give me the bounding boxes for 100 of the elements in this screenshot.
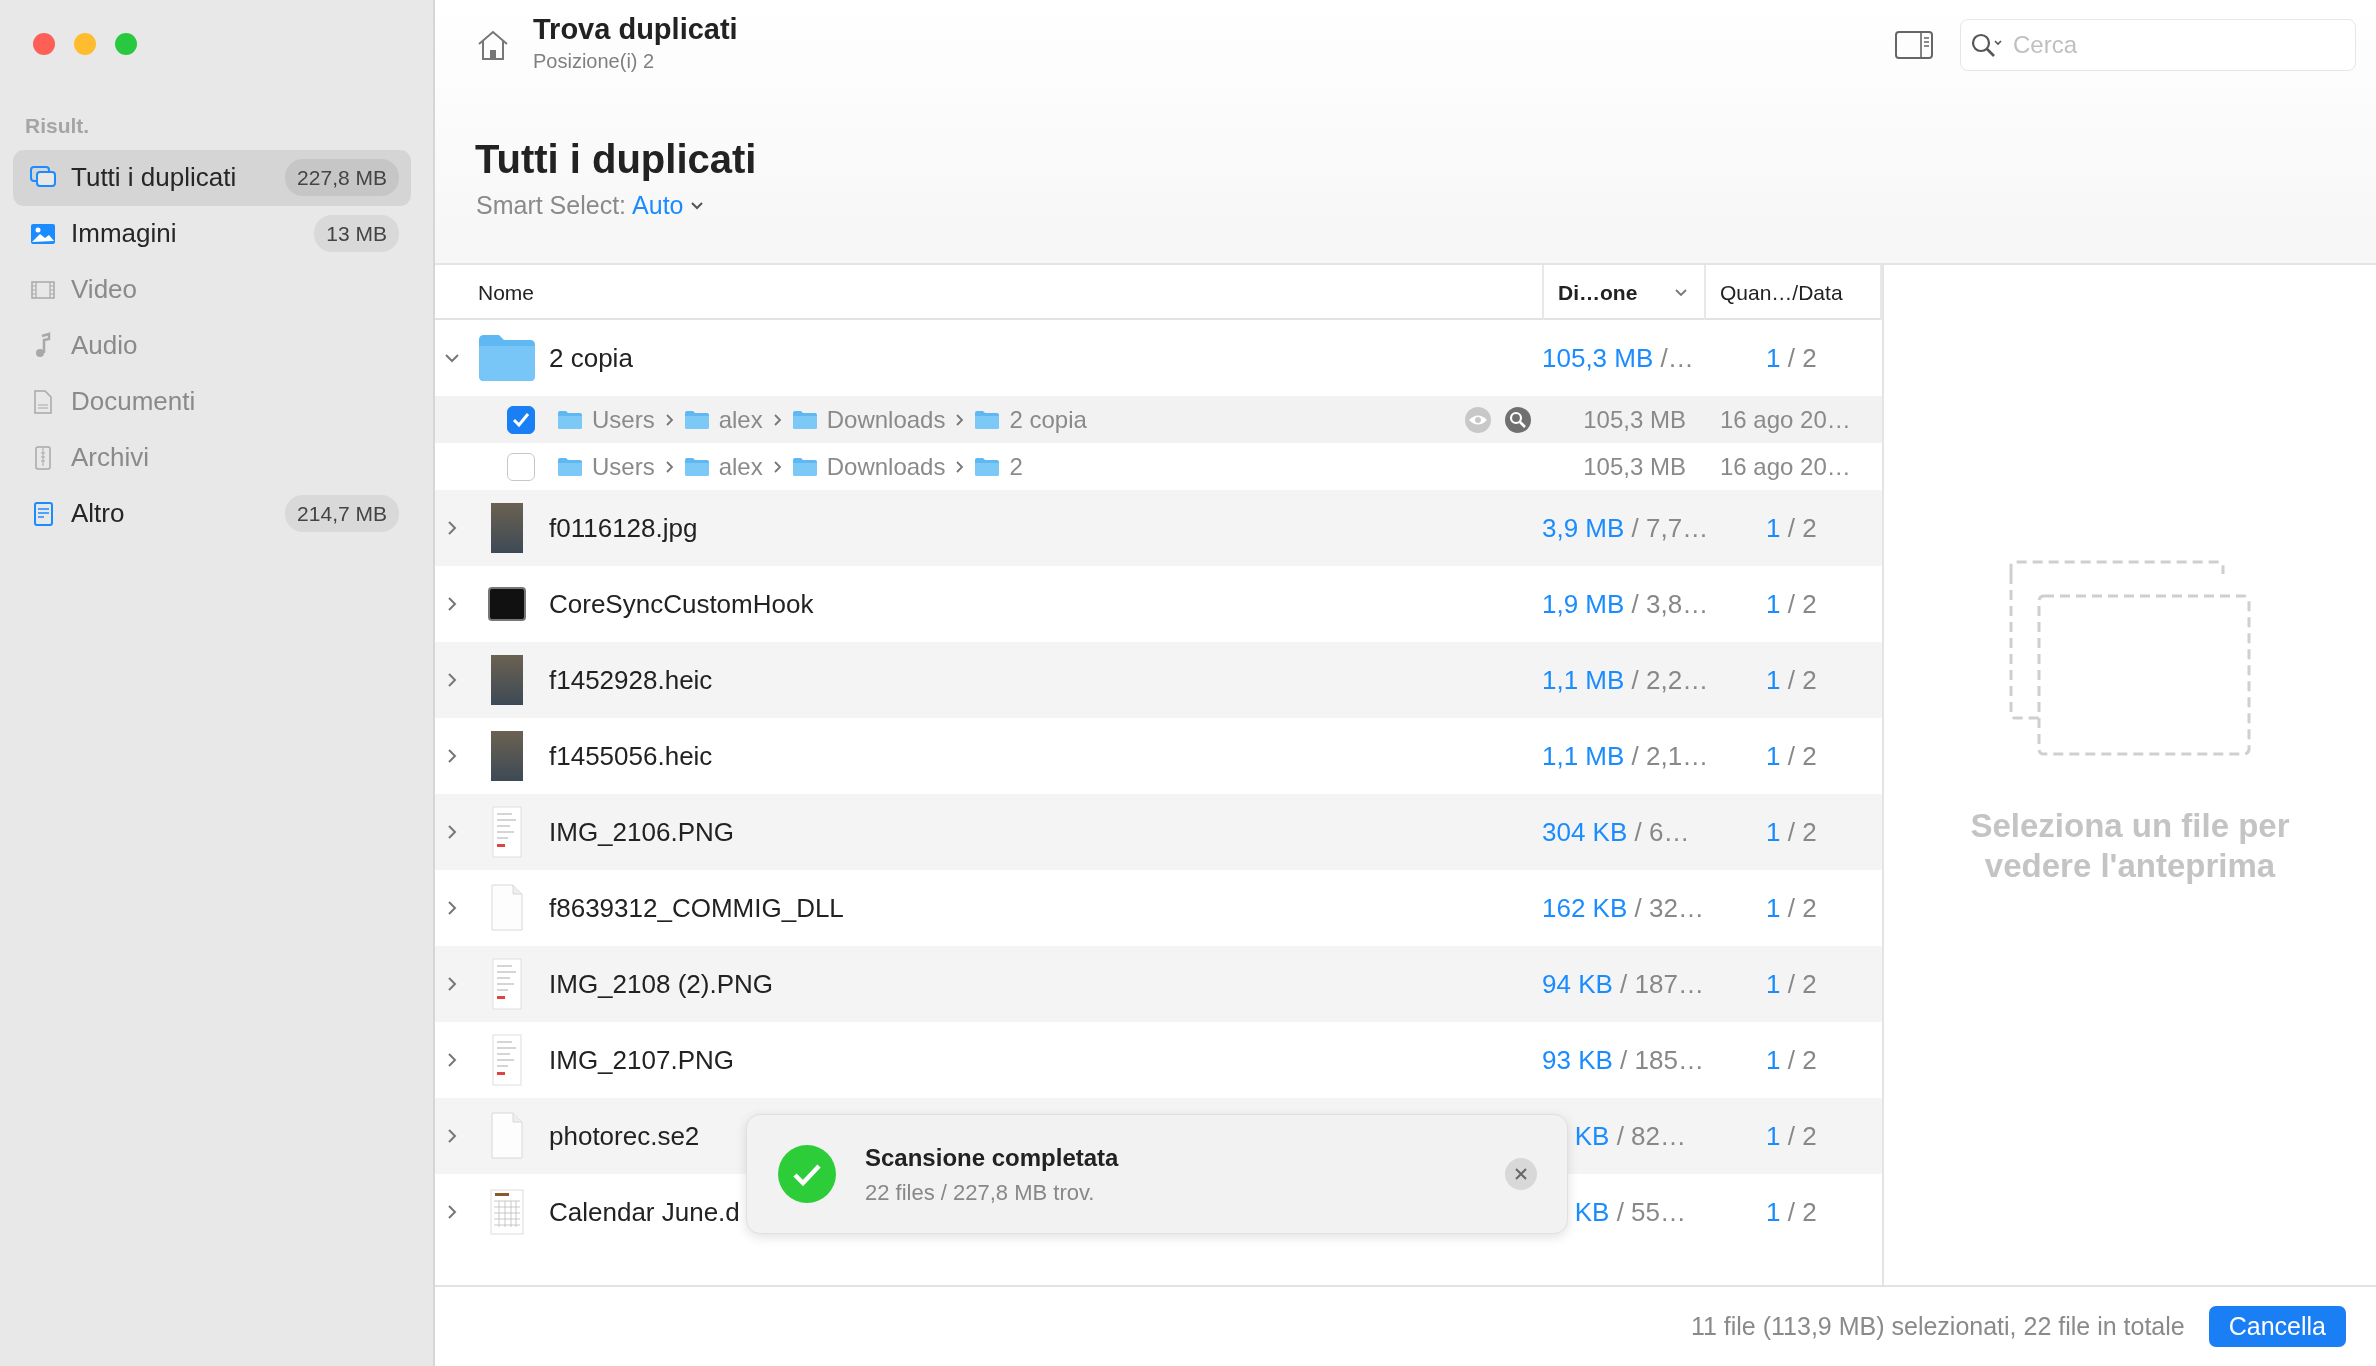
path-segment[interactable]: alex	[718, 401, 763, 438]
size-total: / 2,1…	[1631, 740, 1709, 771]
selection-summary: 11 file (113,9 MB) selezionati, 22 file in totale	[1690, 1310, 2185, 1342]
screenshot-thumbnail	[492, 1034, 522, 1086]
chevron-right-icon[interactable]	[446, 672, 458, 688]
column-header[interactable]: Di…one	[1542, 265, 1706, 320]
file-date: 16 ago 20…	[1720, 405, 1851, 433]
size-selected: KB	[1574, 1196, 1610, 1227]
chevron-right-icon[interactable]	[446, 596, 458, 612]
selected-count: 1	[1766, 1044, 1781, 1075]
preview-hint: Seleziona un file per vedere l'anteprima	[1969, 806, 2291, 886]
size-total: / 32…	[1634, 892, 1704, 923]
photo-placeholder	[491, 503, 523, 553]
size-selected: 94 KB	[1542, 968, 1613, 999]
window-title: Trova duplicati	[533, 14, 738, 46]
size-total: / 3,8…	[1631, 588, 1709, 619]
path-segment[interactable]: Downloads	[826, 448, 946, 485]
path-segment[interactable]: 2	[1009, 448, 1023, 485]
folder-icon	[791, 455, 818, 478]
chevron-right-icon	[772, 412, 782, 427]
chevron-right-icon[interactable]	[446, 900, 458, 916]
file-name: CoreSyncCustomHook	[549, 587, 814, 621]
size-selected: 304 KB	[1542, 816, 1628, 847]
smart-select-dropdown[interactable]: Auto	[632, 187, 684, 225]
total-count: / 2	[1787, 1196, 1817, 1227]
folder-icon	[683, 408, 710, 431]
size-selected: 105,3 MB	[1542, 342, 1654, 373]
size-badge: 227,8 MB	[285, 158, 399, 197]
search-field[interactable]: Cerca	[1960, 19, 2356, 71]
chevron-right-icon[interactable]	[446, 520, 458, 536]
checkmark-icon	[777, 1144, 837, 1204]
folder-icon	[791, 408, 818, 431]
size-total: / 55…	[1616, 1196, 1686, 1227]
folder-icon	[683, 455, 710, 478]
column-header[interactable]: Quan…/Data	[1706, 265, 1882, 320]
file-name: IMG_2106.PNG	[549, 815, 734, 849]
size-total: / 82…	[1616, 1120, 1686, 1151]
size-total: /…	[1660, 342, 1694, 373]
section-title: Risult.	[24, 113, 91, 139]
file-name: f8639312_COMMIG_DLL	[549, 891, 844, 925]
sidebar-toggle-icon[interactable]	[1894, 29, 1934, 61]
selected-count: 1	[1766, 892, 1781, 923]
sort-chevron-icon	[1674, 287, 1688, 298]
calendar-thumbnail	[490, 1189, 524, 1235]
path-segment[interactable]: Downloads	[826, 401, 946, 438]
chevron-down-icon[interactable]	[444, 352, 460, 364]
sidebar-item[interactable]: Immagini 13 MB	[13, 205, 411, 262]
selected-count: 1	[1766, 342, 1781, 373]
total-count: / 2	[1787, 740, 1817, 771]
total-count: / 2	[1787, 664, 1817, 695]
total-count: / 2	[1787, 1044, 1817, 1075]
chevron-right-icon[interactable]	[446, 824, 458, 840]
checkbox[interactable]	[507, 405, 535, 434]
selected-count: 1	[1766, 1120, 1781, 1151]
chevron-right-icon	[955, 412, 965, 427]
file-name: Calendar June.d	[549, 1195, 740, 1229]
size-total: / 187…	[1620, 968, 1704, 999]
total-count: / 2	[1787, 342, 1817, 373]
path-segment[interactable]: alex	[718, 448, 763, 485]
document-icon	[491, 1112, 523, 1160]
close-button[interactable]	[1505, 1158, 1537, 1190]
chevron-right-icon[interactable]	[446, 976, 458, 992]
checkbox[interactable]	[507, 452, 535, 481]
selected-count: 1	[1766, 740, 1781, 771]
path-segment[interactable]: Users	[592, 448, 655, 485]
file-name: IMG_2108 (2).PNG	[549, 967, 773, 1001]
path-segment[interactable]: 2 copia	[1009, 401, 1087, 438]
size-selected: 1,9 MB	[1542, 588, 1625, 619]
sidebar-item[interactable]: Altro 214,7 MB	[13, 485, 411, 542]
close-window-button[interactable]	[33, 33, 55, 55]
total-count: / 2	[1787, 512, 1817, 543]
chevron-right-icon	[664, 412, 674, 427]
checkmark-icon	[512, 411, 530, 428]
size-total: / 185…	[1620, 1044, 1704, 1075]
close-icon	[1514, 1167, 1528, 1181]
chevron-down-icon[interactable]	[689, 200, 704, 212]
path-segment[interactable]: Users	[592, 401, 655, 438]
folder-icon	[974, 455, 1001, 478]
selected-count: 1	[1766, 588, 1781, 619]
page-title: Tutti i duplicati	[475, 136, 758, 183]
column-header[interactable]: Nome	[435, 265, 1542, 320]
file-name: photorec.se2	[549, 1119, 700, 1153]
size-selected: KB	[1574, 1120, 1610, 1151]
folder-icon	[557, 455, 583, 478]
file-name: f0116128.jpg	[549, 511, 698, 545]
total-count: / 2	[1787, 1120, 1817, 1151]
terminal-thumbnail	[488, 587, 526, 621]
file-name: IMG_2107.PNG	[549, 1043, 734, 1077]
chevron-right-icon[interactable]	[446, 1052, 458, 1068]
size-selected: 162 KB	[1542, 892, 1628, 923]
chevron-right-icon[interactable]	[446, 1204, 458, 1220]
magnifier-icon[interactable]	[1504, 405, 1532, 434]
toast-title: Scansione completata	[865, 1142, 1119, 1173]
sidebar-item[interactable]: Tutti i duplicati 227,8 MB	[13, 149, 411, 206]
chevron-right-icon	[955, 459, 965, 474]
size-selected: 1,1 MB	[1542, 740, 1625, 771]
total-count: / 2	[1787, 968, 1817, 999]
chevron-right-icon[interactable]	[446, 1128, 458, 1144]
cancel-button[interactable]: Cancella	[2208, 1305, 2346, 1348]
chevron-right-icon[interactable]	[446, 748, 458, 764]
